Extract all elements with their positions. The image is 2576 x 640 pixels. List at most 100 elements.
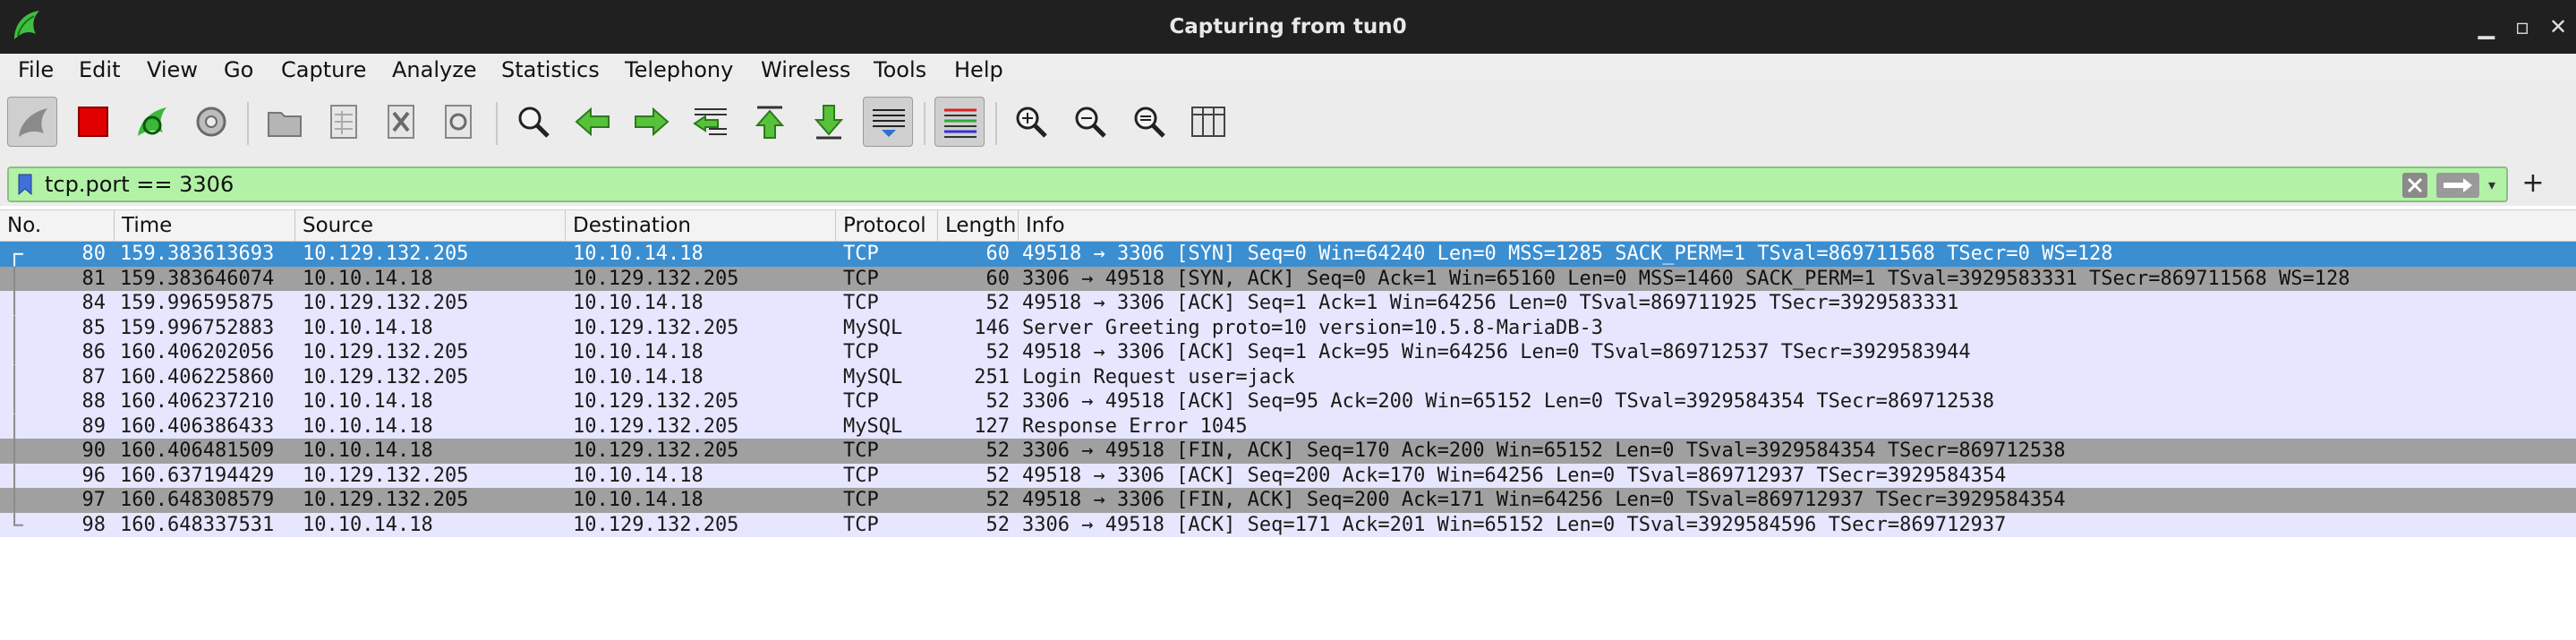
reload-icon: [445, 105, 472, 139]
column-header-time[interactable]: Time: [115, 210, 295, 241]
title-bar: Capturing from tun0 ▁ ▫ ✕: [0, 0, 2576, 54]
stop-icon: [78, 107, 108, 137]
column-header-protocol[interactable]: Protocol: [836, 210, 938, 241]
start-capture-button[interactable]: [7, 97, 57, 147]
display-filter-input[interactable]: tcp.port == 3306 ▾: [7, 166, 2508, 202]
first-packet-button[interactable]: [745, 97, 795, 147]
cell-info: 49518 → 3306 [SYN] Seq=0 Win=64240 Len=0…: [1022, 243, 2113, 265]
menu-wireless[interactable]: Wireless: [761, 56, 850, 83]
menu-statistics[interactable]: Statistics: [501, 56, 600, 83]
save-file-button[interactable]: [319, 97, 369, 147]
column-header-info[interactable]: Info: [1019, 210, 2576, 241]
go-back-button[interactable]: [567, 97, 618, 147]
packet-row[interactable]: 85 159.996752883 10.10.14.18 10.129.132.205…: [0, 315, 2576, 340]
display-filter-text[interactable]: tcp.port == 3306: [45, 168, 234, 201]
stop-capture-button[interactable]: [68, 97, 118, 147]
last-packet-button[interactable]: [804, 97, 854, 147]
column-header-length[interactable]: Length: [938, 210, 1019, 241]
maximize-button[interactable]: ▫: [2506, 11, 2538, 43]
normal-size-button[interactable]: [1124, 97, 1174, 147]
arrow-left-icon: [575, 107, 610, 137]
cell-info: Response Error 1045: [1022, 414, 1248, 438]
cell-info: 3306 → 49518 [ACK] Seq=95 Ack=200 Win=65…: [1022, 390, 1995, 413]
packet-row[interactable]: 86 160.406202056 10.129.132.205 10.10.14.18…: [0, 340, 2576, 365]
packet-list-header: No. Time Source Destination Protocol Len…: [0, 210, 2576, 242]
go-forward-button[interactable]: [627, 97, 677, 147]
close-file-button[interactable]: [376, 97, 426, 147]
close-file-icon: [388, 105, 414, 139]
recent-filters-dropdown[interactable]: ▾: [2481, 172, 2503, 199]
arrow-right-icon: [635, 107, 670, 137]
cell-length: 60: [985, 243, 1011, 265]
restart-fin-icon: [138, 107, 166, 136]
menu-file[interactable]: File: [18, 56, 54, 83]
cell-length: 52: [985, 341, 1011, 363]
resize-columns-button[interactable]: [1183, 97, 1233, 147]
add-filter-button[interactable]: +: [2517, 168, 2549, 201]
toolbar-separator: [995, 102, 997, 145]
zoom-in-button[interactable]: [1006, 97, 1056, 147]
menu-analyze[interactable]: Analyze: [392, 56, 477, 83]
resize-columns-icon: [1191, 107, 1225, 137]
column-header-destination[interactable]: Destination: [566, 210, 836, 241]
packet-row[interactable]: 88 160.406237210 10.10.14.18 10.129.132.205…: [0, 389, 2576, 414]
toolbar-separator: [924, 102, 925, 145]
magnifier-icon: [518, 107, 550, 138]
cell-length: 52: [985, 489, 1011, 511]
apply-filter-button[interactable]: [2436, 173, 2479, 198]
menu-telephony[interactable]: Telephony: [625, 56, 733, 83]
main-toolbar: [0, 86, 2576, 164]
find-packet-button[interactable]: [508, 97, 559, 147]
menu-view[interactable]: View: [147, 56, 198, 83]
packet-row[interactable]: 98 160.648337531 10.10.14.18 10.129.132.205…: [0, 512, 2576, 537]
packet-row[interactable]: 84 159.996595875 10.129.132.205 10.10.14.18…: [0, 291, 2576, 316]
packet-row[interactable]: 97 160.648308579 10.129.132.205 10.10.14.18…: [0, 488, 2576, 513]
minimize-button[interactable]: ▁: [2470, 11, 2503, 43]
menu-capture[interactable]: Capture: [281, 56, 366, 83]
arrow-down-icon: [814, 105, 844, 140]
shark-fin-icon: [19, 108, 47, 137]
packet-row[interactable]: 90 160.406481509 10.10.14.18 10.129.132.205…: [0, 439, 2576, 464]
autoscroll-button[interactable]: [863, 97, 913, 147]
cell-length: 52: [985, 513, 1011, 536]
column-header-no[interactable]: No.: [0, 210, 115, 241]
cell-length: 52: [985, 464, 1011, 487]
restart-capture-button[interactable]: [127, 97, 177, 147]
cell-length: 146: [974, 316, 1010, 339]
chevron-down-icon: ▾: [2487, 176, 2496, 193]
menu-tools[interactable]: Tools: [874, 56, 926, 83]
clear-filter-button[interactable]: [2402, 173, 2427, 198]
colorize-button[interactable]: [934, 97, 985, 147]
packet-row[interactable]: 96 160.637194429 10.129.132.205 10.10.14.18…: [0, 463, 2576, 488]
reload-file-button[interactable]: [433, 97, 483, 147]
capture-options-button[interactable]: [186, 97, 236, 147]
zoom-reset-icon: [1134, 107, 1165, 138]
autoscroll-icon: [873, 109, 905, 137]
toolbar-separator: [496, 102, 498, 145]
menu-edit[interactable]: Edit: [79, 56, 120, 83]
cell-info: 49518 → 3306 [ACK] Seq=200 Ack=170 Win=6…: [1022, 464, 2007, 487]
open-file-button[interactable]: [260, 97, 310, 147]
packet-row[interactable]: 80 159.383613693 10.129.132.205 10.10.14.18…: [0, 242, 2576, 267]
close-button[interactable]: ✕: [2542, 11, 2574, 43]
packet-row[interactable]: 81 159.383646074 10.10.14.18 10.129.132.205…: [0, 266, 2576, 291]
cell-info: 3306 → 49518 [FIN, ACK] Seq=170 Ack=200 …: [1022, 439, 2066, 462]
zoom-out-button[interactable]: [1065, 97, 1115, 147]
cell-length: 52: [985, 292, 1011, 314]
column-header-source[interactable]: Source: [295, 210, 566, 241]
display-filter-bar: tcp.port == 3306 ▾ +: [0, 163, 2576, 206]
cell-length: 52: [985, 390, 1011, 413]
cell-info: Login Request user=jack: [1022, 365, 1295, 388]
toolbar-separator: [247, 102, 249, 145]
go-to-packet-button[interactable]: [686, 97, 736, 147]
jump-to-packet-icon: [693, 108, 727, 135]
cell-length: 60: [985, 267, 1011, 290]
menu-go[interactable]: Go: [224, 56, 253, 83]
packet-row[interactable]: 89 160.406386433 10.10.14.18 10.129.132.205…: [0, 414, 2576, 439]
zoom-in-icon: [1016, 107, 1047, 138]
gear-icon: [196, 107, 226, 137]
bookmark-icon[interactable]: [18, 174, 32, 195]
packet-row[interactable]: 87 160.406225860 10.129.132.205 10.10.14.18…: [0, 364, 2576, 389]
cell-info: Server Greeting proto=10 version=10.5.8-…: [1022, 316, 1604, 339]
menu-help[interactable]: Help: [954, 56, 1003, 83]
